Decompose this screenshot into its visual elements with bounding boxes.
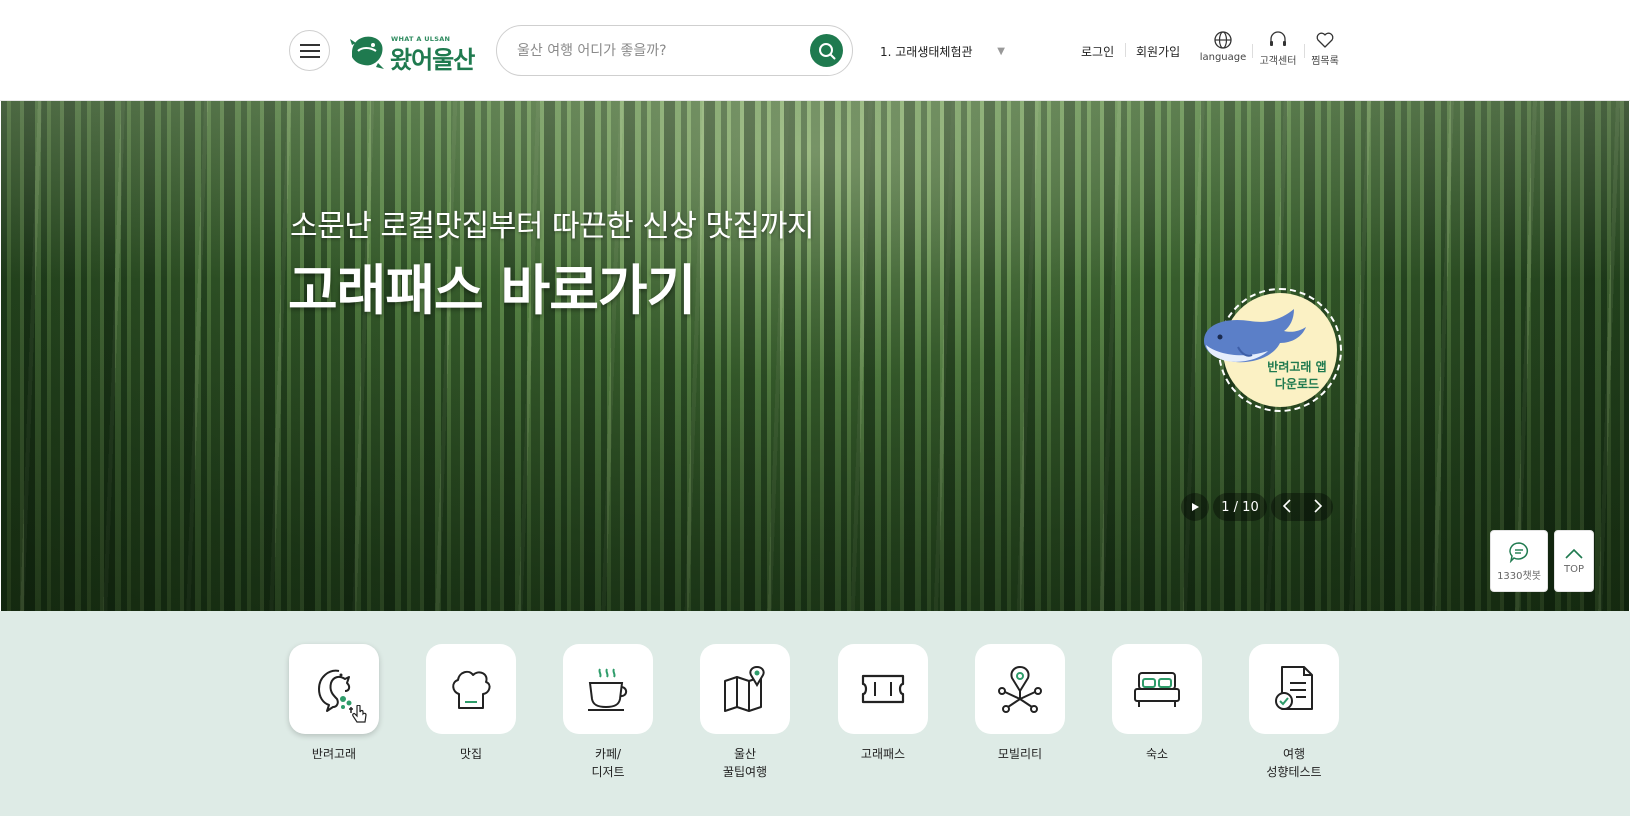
slide-counter: 1 / 10 [1213, 493, 1267, 521]
quick-item-pet-whale[interactable]: 반려고래 [289, 644, 379, 763]
quick-icon-box [1112, 644, 1202, 734]
wishlist-label: 찜목록 [1311, 56, 1339, 67]
chevron-left-icon [1282, 498, 1291, 513]
quick-label: 울산 꿀팁여행 [722, 747, 768, 779]
globe-icon [1214, 31, 1232, 49]
headset-icon [1270, 31, 1286, 46]
divider [1125, 43, 1126, 57]
search-input[interactable] [517, 38, 797, 64]
map-pin-icon [724, 665, 765, 712]
quick-item-cafe-dessert[interactable]: 카페/ 디저트 [563, 644, 653, 781]
badge-line2: 다운로드 [1274, 377, 1320, 391]
quick-item-mobility[interactable]: 모빌리티 [975, 644, 1065, 763]
slide-nav [1271, 493, 1333, 521]
whale-app-download-badge[interactable]: 반려고래 앱 다운로드 [1198, 288, 1342, 414]
top-label: TOP [1563, 563, 1584, 575]
triangle-down-icon: ▼ [997, 45, 1005, 57]
chef-hat-icon [452, 670, 491, 709]
ranking-current: 1. 고래생태체험관 [880, 44, 973, 59]
language-button[interactable]: language [1198, 30, 1248, 63]
quick-label: 맛집 [459, 747, 483, 761]
quick-label: 숙소 [1145, 747, 1169, 761]
play-button[interactable] [1181, 493, 1209, 521]
document-check-icon [1275, 666, 1313, 710]
chevron-up-icon [1565, 548, 1583, 559]
quick-label: 반려고래 [311, 747, 357, 761]
wishlist-button[interactable]: 찜목록 [1300, 30, 1350, 67]
login-link[interactable]: 로그인 [1081, 43, 1114, 60]
hamburger-menu-button[interactable] [289, 30, 330, 71]
bed-icon [1134, 672, 1180, 707]
ticket-icon [861, 674, 905, 704]
chevron-right-icon [1313, 498, 1322, 513]
coffee-cup-icon [588, 668, 628, 711]
hero-banner[interactable]: 소문난 로컬맛집부터 따끈한 신상 맛집까지 고래패스 바로가기 반려고래 앱 … [1, 101, 1629, 611]
whale-logo-icon [350, 36, 384, 69]
quick-item-accommodation[interactable]: 숙소 [1112, 644, 1202, 763]
quick-icon-box [426, 644, 516, 734]
mobility-network-icon [998, 665, 1042, 713]
popular-ranking-dropdown[interactable]: 1. 고래생태체험관 ▼ [880, 41, 1005, 61]
prev-slide-button[interactable] [1282, 498, 1292, 517]
quick-item-whale-pass[interactable]: 고래패스 [838, 644, 928, 763]
quick-item-travel-test[interactable]: 여행 성향테스트 [1249, 644, 1339, 781]
signup-link[interactable]: 회원가입 [1136, 43, 1180, 60]
quick-label: 고래패스 [860, 747, 906, 761]
site-header: WHAT A ULSAN 왔어울산 1. 고래생태체험관 ▼ 로그인 회원가입 … [0, 0, 1630, 101]
quick-icon-box [1249, 644, 1339, 734]
hero-subtitle: 소문난 로컬맛집부터 따끈한 신상 맛집까지 [290, 209, 814, 244]
badge-text: 반려고래 앱 다운로드 [1262, 359, 1332, 393]
quick-icon-box [838, 644, 928, 734]
chat-bubble-icon [1509, 541, 1528, 563]
search-icon [818, 42, 835, 59]
search-button[interactable] [810, 34, 843, 67]
badge-line1: 반려고래 앱 [1267, 360, 1327, 374]
hero-title[interactable]: 고래패스 바로가기 [288, 246, 696, 325]
slider-controls: 1 / 10 [1181, 493, 1333, 521]
quick-menu: 반려고래 맛집 카페/ 디저트 울산 꿀팁여행 고래패스 모빌리티 숙소 여행 … [0, 611, 1630, 816]
scroll-top-button[interactable]: TOP [1554, 530, 1594, 592]
logo-title: 왔어울산 [390, 46, 475, 74]
quick-icon-box [700, 644, 790, 734]
quick-label: 카페/ 디저트 [591, 747, 625, 779]
chatbot-label: 1330챗봇 [1497, 570, 1541, 582]
quick-label: 모빌리티 [997, 747, 1043, 761]
heart-icon [1316, 32, 1334, 48]
chatbot-button[interactable]: 1330챗봇 [1490, 530, 1548, 592]
quick-item-ulsan-tips[interactable]: 울산 꿀팁여행 [700, 644, 790, 781]
search-bar [496, 25, 853, 76]
language-label: language [1199, 52, 1247, 63]
quick-icon-box [563, 644, 653, 734]
customer-center-button[interactable]: 고객센터 [1253, 30, 1303, 67]
quick-icon-box [975, 644, 1065, 734]
next-slide-button[interactable] [1313, 498, 1323, 517]
quick-item-restaurants[interactable]: 맛집 [426, 644, 516, 763]
customer-center-label: 고객센터 [1259, 56, 1297, 67]
site-logo[interactable]: WHAT A ULSAN 왔어울산 [348, 30, 475, 74]
quick-label: 여행 성향테스트 [1266, 747, 1322, 779]
pointer-cursor-icon [352, 705, 367, 723]
hamburger-icon [299, 43, 320, 58]
play-icon [1192, 503, 1199, 511]
